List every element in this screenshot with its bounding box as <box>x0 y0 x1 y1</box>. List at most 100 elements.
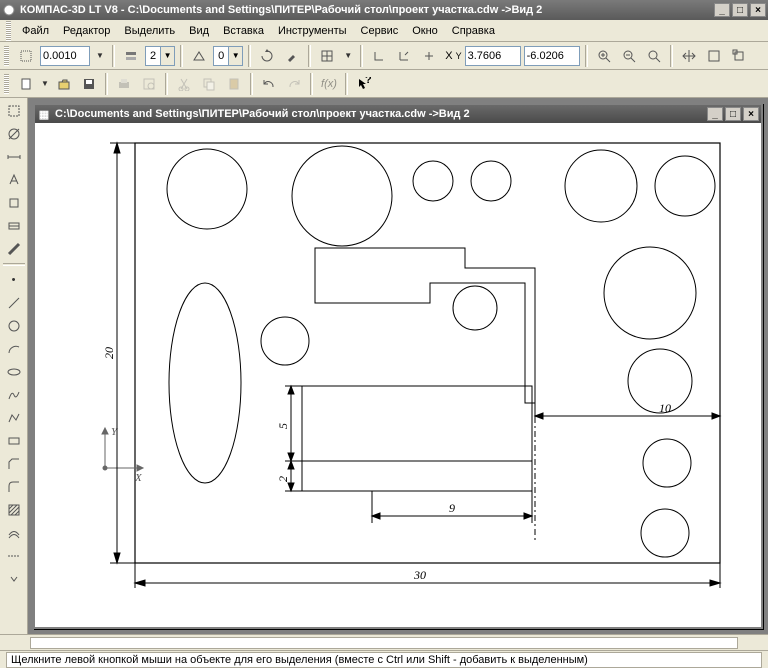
toolbar-grip[interactable] <box>6 21 11 41</box>
doc-icon: ▦ <box>37 108 51 121</box>
dim-b: 2 <box>276 476 290 482</box>
ellipse-tool-icon[interactable] <box>3 361 25 383</box>
circle-tool-icon[interactable] <box>3 315 25 337</box>
doc-maximize-button[interactable]: □ <box>725 107 741 121</box>
fx-icon[interactable]: f(x) <box>318 73 340 95</box>
preview-icon[interactable] <box>138 73 160 95</box>
param-tool-icon[interactable] <box>3 215 25 237</box>
toolbar-grip[interactable] <box>4 74 9 94</box>
axis-x-label: X <box>134 472 143 484</box>
dim-c: 9 <box>449 501 455 515</box>
work-area: • ▦ C:\Documents and Settings\ПИТЕР\Рабо… <box>0 98 768 634</box>
arc-tool-icon[interactable] <box>3 338 25 360</box>
toolbar-grip[interactable] <box>4 46 9 66</box>
copy-icon[interactable] <box>198 73 220 95</box>
close-button[interactable]: × <box>750 3 766 17</box>
menu-file[interactable]: Файл <box>16 23 55 39</box>
aux-tool-icon[interactable] <box>3 545 25 567</box>
zoom-window-icon[interactable] <box>643 45 665 67</box>
more-tool-icon[interactable] <box>3 568 25 590</box>
toolbar-standard: ▼ f(x) ? <box>0 70 768 98</box>
menu-tools[interactable]: Инструменты <box>272 23 353 39</box>
doc-close-button[interactable]: × <box>743 107 759 121</box>
menu-editor[interactable]: Редактор <box>57 23 116 39</box>
offset-tool-icon[interactable] <box>3 522 25 544</box>
measure-tool-icon[interactable] <box>3 238 25 260</box>
state-combo[interactable]: 0▼ <box>213 46 243 66</box>
coord-x-input[interactable] <box>465 46 521 66</box>
zoom-scale-icon[interactable] <box>728 45 750 67</box>
status-text: Щелкните левой кнопкой мыши на объекте д… <box>6 652 762 668</box>
point-tool-icon[interactable]: • <box>3 269 25 291</box>
geometry-tool-icon[interactable] <box>3 123 25 145</box>
coord-x-label: X <box>443 50 454 62</box>
polyline-tool-icon[interactable] <box>3 407 25 429</box>
step-dropdown-icon[interactable]: ▼ <box>93 45 107 67</box>
edit-tool-icon[interactable] <box>3 192 25 214</box>
zoom-in-icon[interactable] <box>593 45 615 67</box>
title-bar: КОМПАС-3D LT V8 - C:\Documents and Setti… <box>0 0 768 20</box>
coord-y-label-sup: Y <box>456 51 462 61</box>
lcs-icon[interactable] <box>393 45 415 67</box>
save-icon[interactable] <box>78 73 100 95</box>
layer-icon[interactable] <box>120 45 142 67</box>
zoom-out-icon[interactable] <box>618 45 640 67</box>
mdi-area: ▦ C:\Documents and Settings\ПИТЕР\Рабочи… <box>28 98 768 634</box>
paste-icon[interactable] <box>223 73 245 95</box>
menu-view[interactable]: Вид <box>183 23 215 39</box>
text-tool-icon[interactable] <box>3 169 25 191</box>
doc-minimize-button[interactable]: _ <box>707 107 723 121</box>
fillet-tool-icon[interactable] <box>3 476 25 498</box>
open-icon[interactable] <box>53 73 75 95</box>
line-tool-icon[interactable] <box>3 292 25 314</box>
layer-states-icon[interactable] <box>188 45 210 67</box>
document-window: ▦ C:\Documents and Settings\ПИТЕР\Рабочи… <box>33 103 763 629</box>
brush-icon[interactable] <box>281 45 303 67</box>
cursor-help-icon[interactable]: ? <box>353 73 375 95</box>
pan-icon[interactable] <box>678 45 700 67</box>
hatch-tool-icon[interactable] <box>3 499 25 521</box>
print-icon[interactable] <box>113 73 135 95</box>
dim-a: 5 <box>276 423 290 429</box>
menu-select[interactable]: Выделить <box>118 23 181 39</box>
property-bar <box>0 634 768 650</box>
dim-height: 20 <box>102 347 116 359</box>
new-dropdown-icon[interactable]: ▼ <box>40 73 50 95</box>
menu-help[interactable]: Справка <box>446 23 501 39</box>
rect-tool-icon[interactable] <box>3 430 25 452</box>
coord-toggle-icon[interactable] <box>418 45 440 67</box>
svg-text:?: ? <box>365 77 371 86</box>
menu-window[interactable]: Окно <box>406 23 444 39</box>
dim-width: 30 <box>413 568 426 582</box>
menu-service[interactable]: Сервис <box>355 23 405 39</box>
menu-bar: Файл Редактор Выделить Вид Вставка Инстр… <box>0 20 768 42</box>
document-title: C:\Documents and Settings\ПИТЕР\Рабочий … <box>51 108 707 120</box>
redo-icon[interactable] <box>283 73 305 95</box>
drawing-canvas[interactable]: Y X 30 <box>35 123 761 627</box>
param-input[interactable] <box>30 637 738 649</box>
select-tool-icon[interactable] <box>3 100 25 122</box>
cut-icon[interactable] <box>173 73 195 95</box>
chamfer-tool-icon[interactable] <box>3 453 25 475</box>
document-title-bar: ▦ C:\Documents and Settings\ПИТЕР\Рабочи… <box>35 105 761 123</box>
ortho-icon[interactable] <box>368 45 390 67</box>
coord-y-input[interactable] <box>524 46 580 66</box>
refresh-icon[interactable] <box>256 45 278 67</box>
dimension-tool-icon[interactable] <box>3 146 25 168</box>
zoom-fit-icon[interactable] <box>703 45 725 67</box>
window-title: КОМПАС-3D LT V8 - C:\Documents and Setti… <box>20 4 714 16</box>
step-input[interactable] <box>40 46 90 66</box>
new-icon[interactable] <box>15 73 37 95</box>
menu-insert[interactable]: Вставка <box>217 23 270 39</box>
grid-icon[interactable] <box>316 45 338 67</box>
snap-icon[interactable] <box>15 45 37 67</box>
spline-tool-icon[interactable] <box>3 384 25 406</box>
app-icon <box>2 3 16 17</box>
layer-combo[interactable]: 2▼ <box>145 46 175 66</box>
grid-dropdown-icon[interactable]: ▼ <box>341 45 355 67</box>
maximize-button[interactable]: □ <box>732 3 748 17</box>
undo-icon[interactable] <box>258 73 280 95</box>
tool-panel: • <box>0 98 28 634</box>
minimize-button[interactable]: _ <box>714 3 730 17</box>
toolbar-main: ▼ 2▼ 0▼ ▼ X Y <box>0 42 768 70</box>
